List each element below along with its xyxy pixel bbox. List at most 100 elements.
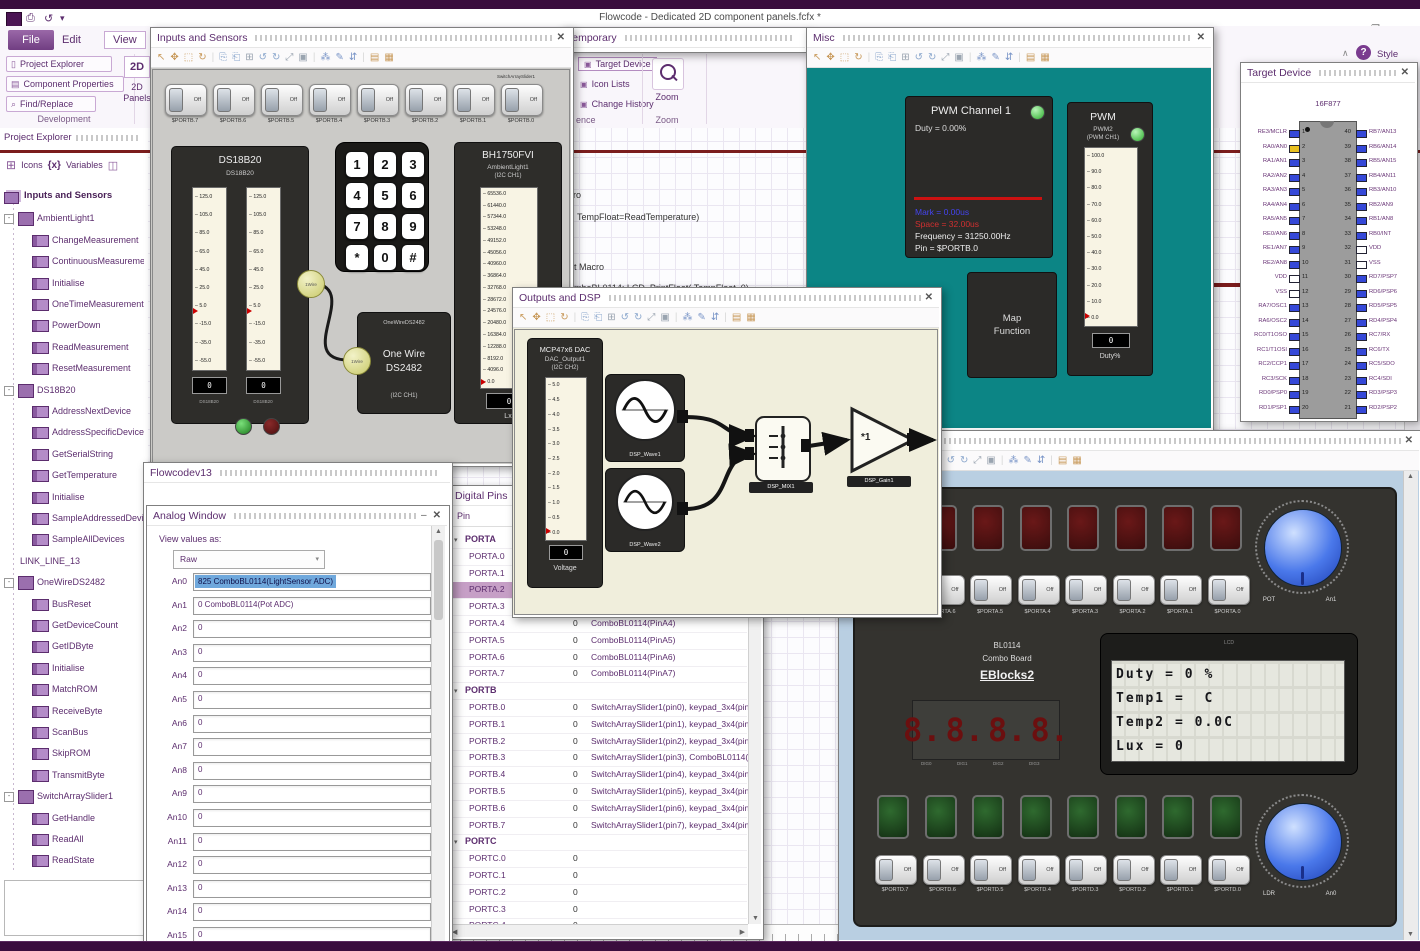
table-row[interactable]: PORTB.2 0 SwitchArraySlider1(pin2), keypad… [449,734,761,751]
undo-icon[interactable]: ↺ [915,52,923,63]
menu-arrow-icon[interactable]: ▾ [60,13,65,24]
zoom-button[interactable] [652,58,684,90]
tree-item[interactable]: DS18B20 [37,385,76,395]
group-expander-icon[interactable]: ▾ [454,687,458,695]
dsp-gain-block[interactable]: *1 [849,406,917,474]
keypad-key[interactable]: 1 [345,151,369,178]
tree-expander[interactable]: - [4,385,14,396]
chip-icon[interactable]: ▦ [384,52,393,63]
switch-handle[interactable] [1069,859,1083,881]
board-icon[interactable]: ▤ [732,312,741,323]
close-button[interactable]: ✕ [1405,435,1413,446]
chip-icon[interactable]: ▦ [1072,455,1081,466]
table-row[interactable]: PORTA.4 0 ComboBL0114(PinA4) [449,616,747,633]
switch-handle[interactable] [265,88,279,112]
analog-value-field[interactable]: 825 ComboBL0114(LightSensor ADC) [193,573,431,591]
digital-hscrollbar[interactable]: ◀ ▶ [449,924,748,937]
table-row[interactable]: PORTB.6 0 SwitchArraySlider1(pin6), keypad… [449,801,761,818]
tree-item[interactable]: GetIDByte [52,641,94,651]
macros-tab-icon[interactable]: ◫ [108,159,118,172]
analog-value-field[interactable]: 0 [193,691,431,709]
analog-value-field[interactable]: 0 [193,856,431,875]
analog-value-field[interactable]: 0 ComboBL0114(Pot ADC) [193,596,431,615]
paste-icon[interactable]: ⎗ [232,52,240,63]
table-row[interactable]: PORTB.7 0 SwitchArraySlider1(pin7), keypad… [449,818,761,835]
tree-item[interactable]: ReadState [52,855,95,865]
tree-item[interactable]: OneWireDS2482 [37,577,105,587]
toggle-switch[interactable]: Off [1017,855,1060,885]
minimize-button[interactable]: – [421,510,427,521]
switch-handle[interactable] [1211,579,1226,601]
tree-item[interactable]: OneTimeMeasurement [52,299,144,309]
undo-icon[interactable]: ↺ [947,455,955,466]
snapshot-icon[interactable]: ▣ [986,455,995,466]
tree-item[interactable]: ContinuousMeasurement [52,256,144,266]
scroll-up-icon[interactable]: ▲ [435,528,442,535]
tree-item[interactable]: SampleAllDevices [52,534,125,544]
close-button[interactable]: ✕ [925,292,933,303]
toggle-switch[interactable]: Off [1112,575,1155,605]
keypad-key[interactable]: 4 [345,182,369,209]
dsp-wave-block[interactable]: DSP_Wave2 [605,468,685,552]
toggle-switch[interactable]: Off [970,855,1012,885]
tab-view[interactable]: View [104,31,146,49]
analog-value-field[interactable]: 0 [193,903,431,922]
copy-icon[interactable]: ⎘ [581,312,589,323]
cursor-icon[interactable]: ↖ [157,52,165,63]
keypad-key[interactable]: # [401,244,425,271]
analog-value-field[interactable]: 0 [193,620,431,639]
zoom-fit-icon[interactable]: ⤢ [647,312,655,323]
scroll-down-icon[interactable]: ▼ [1407,931,1414,938]
switch-handle[interactable] [1116,859,1131,881]
analog-value-field[interactable]: 0 [193,879,431,898]
tree-item[interactable]: Initialise [52,663,85,673]
keypad-key[interactable]: 2 [373,151,397,178]
table-row[interactable]: PORTB.3 0 SwitchArraySlider1(pin3), ComboB… [449,750,761,768]
snapshot-icon[interactable]: ▣ [954,52,963,63]
cursor-icon[interactable]: ↖ [519,312,527,323]
tree-item[interactable]: GetDeviceCount [52,620,118,630]
tab-edit[interactable]: Edit [62,34,81,46]
switch-handle[interactable] [1021,859,1036,881]
undo-icon[interactable]: ↺ [44,12,53,25]
scroll-right-icon[interactable]: ▶ [740,928,745,936]
table-row[interactable]: PORTC.2 0 [449,885,747,902]
toggle-switch[interactable]: Off [261,84,303,116]
analog-value-field[interactable]: 0 [193,785,431,804]
save-icon[interactable]: ⎙ [26,12,35,25]
redo-icon[interactable]: ↻ [928,52,936,63]
board-icon[interactable]: ▤ [1026,52,1035,63]
toggle-switch[interactable]: Off [1160,575,1202,605]
redo-icon[interactable]: ↻ [634,312,642,323]
board-icon[interactable]: ▤ [370,52,379,63]
icons-tab-icon[interactable]: ⊞ [6,158,16,172]
toggle-switch[interactable]: Off [1207,575,1250,605]
snapshot-icon[interactable]: ▣ [298,52,307,63]
grid-icon[interactable]: ⊞ [607,312,615,323]
switch-handle[interactable] [1069,579,1083,601]
tree-item[interactable]: GetSerialString [52,449,113,459]
table-row[interactable]: ▾ PORTB [449,683,747,701]
chart-icon[interactable]: ⁂ [682,312,692,323]
chart-icon[interactable]: ⁂ [320,52,330,63]
table-row[interactable]: PORTB.0 0 SwitchArraySlider1(pin0), keypad… [449,700,761,717]
analog-window-titlebar[interactable]: Analog Window – ✕ [147,506,447,526]
chart-icon[interactable]: ⁂ [1008,455,1018,466]
analog-value-field[interactable]: 0 [193,643,431,662]
tree-item[interactable]: BusReset [52,599,91,609]
swap-icon[interactable]: ⇵ [1005,52,1013,63]
temporary-titlebar[interactable]: Temporary [561,28,805,48]
tree-item[interactable]: SkipROM [52,748,91,758]
table-row[interactable]: PORTB.4 0 SwitchArraySlider1(pin4), keypad… [449,767,761,785]
table-row[interactable]: PORTC.3 0 [449,902,747,919]
style-label[interactable]: Style [1377,49,1398,60]
copy-icon[interactable]: ⎘ [219,52,227,63]
keypad-key[interactable]: 6 [401,182,425,209]
rotate-icon[interactable]: ↻ [854,52,862,63]
find-replace-button[interactable]: ⌕ Find/Replace [6,96,96,112]
edit-icon[interactable]: ✎ [1023,455,1031,466]
tab-variables[interactable]: Variables [66,160,103,170]
tree-item[interactable]: GetTemperature [52,470,117,480]
select-box-icon[interactable]: ⬚ [546,312,555,323]
tree-expander[interactable]: - [4,214,14,225]
